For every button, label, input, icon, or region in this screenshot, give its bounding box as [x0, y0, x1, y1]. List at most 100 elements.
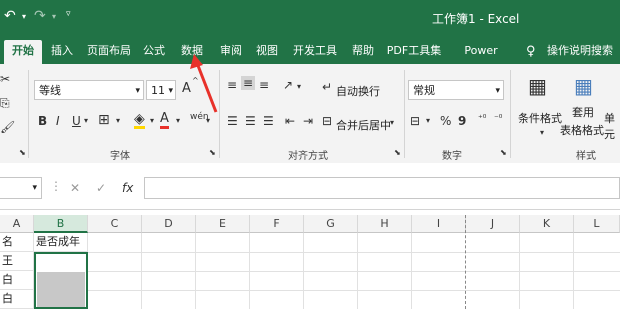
column-header-l[interactable]: L	[574, 215, 620, 233]
cell-b1[interactable]: 是否成年	[34, 233, 88, 252]
conditional-formatting-button[interactable]: 条件格式	[518, 110, 562, 126]
tab-pdf-tools[interactable]: PDF工具集	[386, 40, 442, 64]
cell-a3[interactable]: 白	[0, 271, 34, 290]
tab-home[interactable]: 开始	[4, 40, 42, 64]
font-size-combo[interactable]: 11 ▾	[146, 80, 176, 100]
merge-center-button[interactable]: 合并后居中	[336, 117, 391, 133]
dialog-launcher-icon[interactable]: ⬊	[500, 148, 507, 157]
orientation-icon[interactable]: ↗	[283, 78, 293, 92]
dialog-launcher-icon[interactable]: ⬊	[394, 148, 401, 157]
column-header-f[interactable]: F	[250, 215, 304, 233]
chevron-down-icon[interactable]: ▾	[135, 81, 140, 101]
tab-insert[interactable]: 插入	[48, 40, 76, 64]
fill-color-icon[interactable]: ◈	[134, 112, 145, 129]
font-size-value: 11	[151, 84, 165, 97]
redo-icon[interactable]: ↷	[34, 8, 46, 24]
tab-page-layout[interactable]: 页面布局	[86, 40, 132, 64]
align-bottom-icon[interactable]: ≡	[259, 78, 269, 92]
name-box[interactable]: ▾	[0, 177, 42, 199]
formula-bar: ▾ ⋮ ✕ ✓ fx	[0, 163, 620, 210]
tab-power-pivot[interactable]: Power Pivot	[452, 40, 510, 79]
decrease-indent-icon[interactable]: ⇤	[285, 114, 295, 128]
arrow-head	[190, 54, 203, 69]
chevron-down-icon[interactable]: ▾	[495, 81, 500, 101]
column-header-c[interactable]: C	[88, 215, 142, 233]
font-group-label: 字体	[110, 151, 130, 162]
insert-function-button[interactable]: fx	[122, 181, 133, 195]
gridline	[357, 233, 358, 309]
font-name-combo[interactable]: 等线 ▾	[34, 80, 144, 100]
column-header-i[interactable]: I	[412, 215, 466, 233]
align-right-icon[interactable]: ☰	[263, 114, 274, 128]
customize-qat-icon[interactable]: ▿	[66, 9, 71, 19]
tell-me-search[interactable]: 操作说明搜索	[542, 40, 618, 64]
dialog-launcher-icon[interactable]: ⬊	[209, 148, 216, 157]
format-as-table-icon[interactable]: ▦	[574, 74, 593, 98]
column-header-g[interactable]: G	[304, 215, 358, 233]
column-header-h[interactable]: H	[358, 215, 412, 233]
cell-a4[interactable]: 白	[0, 290, 34, 309]
cell-a1[interactable]: 名	[0, 233, 34, 252]
column-header-b[interactable]: B	[34, 215, 88, 233]
align-middle-icon[interactable]: ≡	[241, 76, 256, 90]
annotation-arrow	[190, 54, 218, 113]
chevron-down-icon[interactable]: ▾	[390, 118, 394, 127]
format-painter-icon[interactable]: 🖌	[0, 120, 15, 134]
column-header-k[interactable]: K	[520, 215, 574, 233]
font-color-button[interactable]: A	[160, 112, 169, 129]
copy-icon[interactable]: ⎘	[0, 96, 10, 111]
arrow-shaft	[195, 62, 218, 113]
conditional-formatting-icon[interactable]: ▦	[528, 74, 547, 98]
page-break-line	[465, 215, 466, 309]
column-header-d[interactable]: D	[142, 215, 196, 233]
undo-icon[interactable]: ↶	[4, 8, 16, 24]
tab-view[interactable]: 视图	[254, 40, 280, 64]
cell-a2[interactable]: 王	[0, 252, 34, 271]
tab-formulas[interactable]: 公式	[140, 40, 168, 64]
column-header-a[interactable]: A	[0, 215, 34, 233]
chevron-down-icon[interactable]: ▾	[32, 178, 37, 198]
chevron-down-icon[interactable]: ▾	[150, 116, 154, 125]
gridline	[249, 233, 250, 309]
chevron-down-icon[interactable]: ▾	[84, 116, 88, 125]
increase-indent-icon[interactable]: ⇥	[303, 114, 313, 128]
formula-input[interactable]	[144, 177, 620, 199]
cell-styles-button[interactable]: 单元	[604, 110, 620, 142]
cancel-icon[interactable]: ✕	[70, 181, 80, 195]
cut-icon[interactable]: ✂	[0, 72, 10, 86]
comma-style-button[interactable]: 9	[458, 114, 466, 128]
chevron-down-icon[interactable]: ▾	[22, 12, 26, 21]
selection-range[interactable]	[34, 252, 88, 309]
chevron-down-icon[interactable]: ▾	[116, 116, 120, 125]
chevron-down-icon[interactable]: ▾	[168, 81, 173, 101]
format-as-table-line1[interactable]: 套用	[572, 104, 594, 120]
format-as-table-line2[interactable]: 表格格式	[560, 122, 604, 138]
confirm-icon[interactable]: ✓	[96, 181, 106, 195]
percent-button[interactable]: %	[440, 114, 451, 128]
merge-icon[interactable]: ⊟	[322, 114, 332, 128]
gridline	[195, 233, 196, 309]
decrease-decimal-icon[interactable]: ⁻⁰	[494, 114, 502, 124]
italic-button[interactable]: I	[56, 114, 60, 128]
styles-group-label: 样式	[576, 151, 596, 162]
borders-icon[interactable]: ⊞	[98, 112, 110, 128]
chevron-down-icon[interactable]: ▾	[426, 116, 430, 125]
chevron-down-icon[interactable]: ▾	[52, 12, 56, 21]
chevron-down-icon[interactable]: ▾	[540, 128, 544, 137]
accounting-format-icon[interactable]: ⊟	[410, 114, 420, 128]
chevron-down-icon[interactable]: ▾	[297, 82, 301, 91]
wrap-text-button[interactable]: 自动换行	[336, 83, 380, 99]
dialog-launcher-icon[interactable]: ⬊	[19, 148, 26, 157]
column-header-j[interactable]: J	[466, 215, 520, 233]
tab-developer[interactable]: 开发工具	[292, 40, 338, 64]
wrap-text-icon[interactable]: ↵	[322, 80, 332, 94]
number-format-combo[interactable]: 常规 ▾	[408, 80, 504, 100]
align-center-icon[interactable]: ☰	[245, 114, 256, 128]
tab-help[interactable]: 帮助	[350, 40, 376, 64]
increase-decimal-icon[interactable]: ⁺⁰	[478, 114, 486, 124]
selected-cells-fill	[37, 272, 85, 307]
bold-button[interactable]: B	[38, 114, 47, 128]
column-header-e[interactable]: E	[196, 215, 250, 233]
underline-button[interactable]: U	[72, 114, 81, 128]
ribbon: ✂ ⎘ 🖌 ⬊ 等线 ▾ 11 ▾ A ^ B I U ▾ ⊞ ▾ ◈ ▾ A …	[0, 64, 620, 164]
